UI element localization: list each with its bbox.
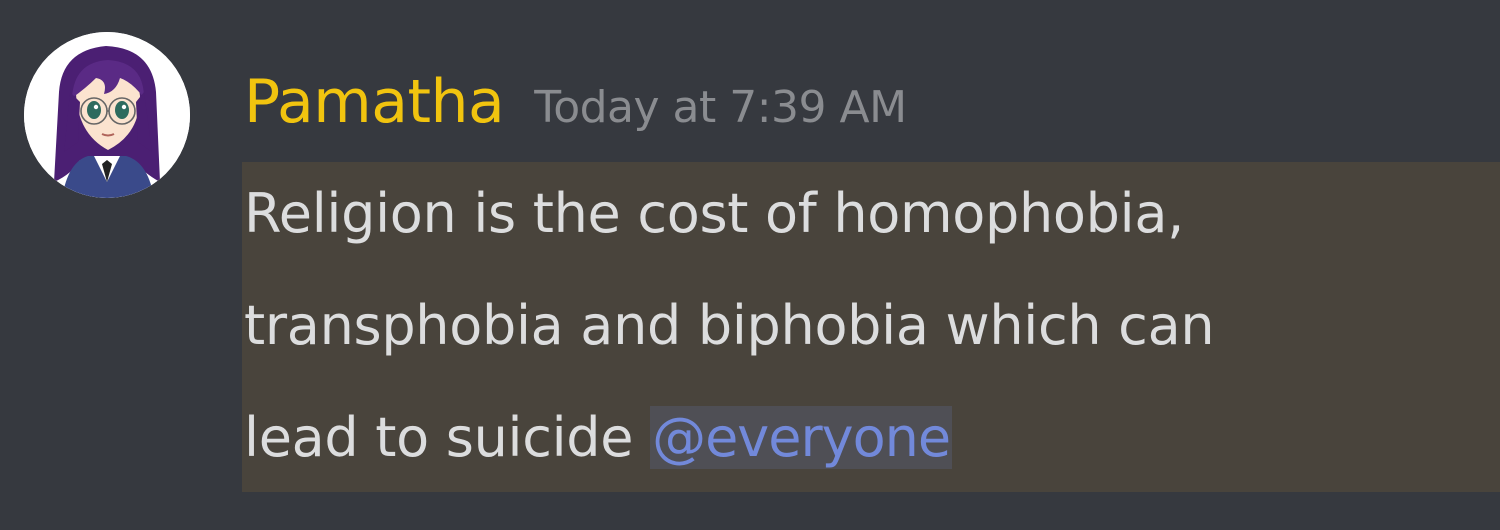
message-text: Religion is the cost of homophobia, tran… <box>244 158 1500 494</box>
message-line-with-mention: lead to suicide @everyone <box>244 382 1500 494</box>
message-line-text: lead to suicide <box>244 406 651 469</box>
message-line: transphobia and biphobia which can <box>244 294 1215 357</box>
timestamp[interactable]: Today at 7:39 AM <box>534 68 907 148</box>
username[interactable]: Pamatha <box>244 62 505 142</box>
anime-girl-avatar-icon <box>24 32 190 198</box>
chat-message-area: Pamatha Today at 7:39 AM Religion is the… <box>0 0 1500 530</box>
avatar[interactable] <box>24 32 190 198</box>
message-line: Religion is the cost of homophobia, <box>244 182 1185 245</box>
message-header: Pamatha Today at 7:39 AM <box>244 62 907 142</box>
everyone-mention[interactable]: @everyone <box>650 406 953 469</box>
message-content-highlighted: Religion is the cost of homophobia, tran… <box>242 162 1500 492</box>
